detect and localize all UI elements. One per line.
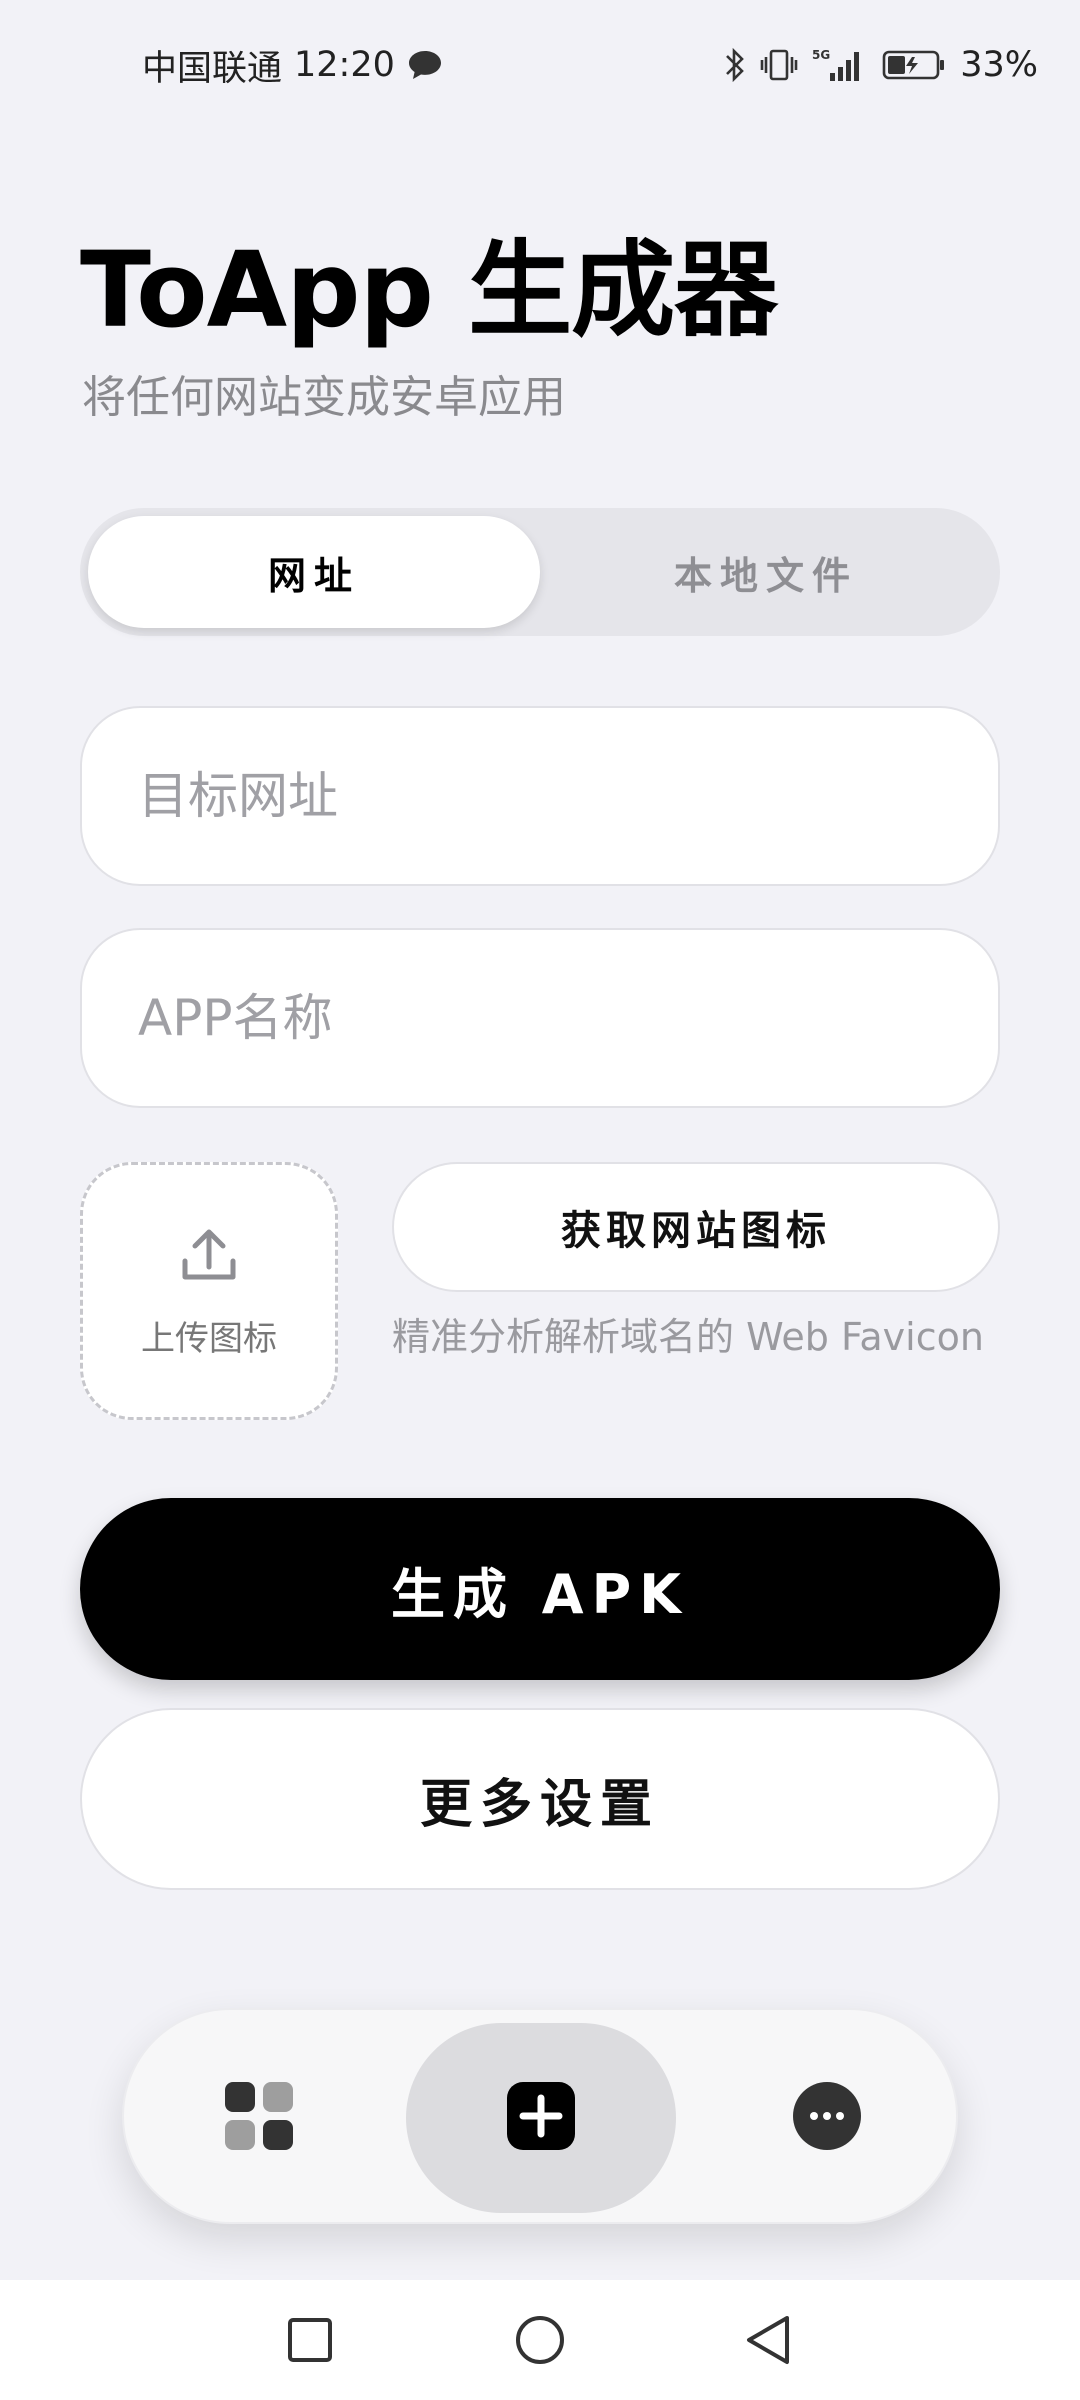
nav-more[interactable] [722,2010,932,2226]
generate-apk-button[interactable]: 生成 APK [80,1498,1000,1680]
page-title: ToApp 生成器 [80,229,778,351]
apps-grid-icon [223,2080,295,2156]
source-tabs: 网址 本地文件 [80,508,1000,636]
nav-apps[interactable] [154,2010,364,2226]
network-type: 5G [812,48,830,62]
tab-local-file[interactable]: 本地文件 [540,516,992,628]
battery-icon [882,49,946,81]
app-screen: 中国联通 12:20 5G 33% ToApp 生成器 将任何网站变成安卓应用 … [0,0,1080,2400]
triangle-back-icon [743,2314,793,2370]
signal-icon: 5G [812,47,868,83]
back-button[interactable] [728,2302,808,2382]
carrier-name: 中国联通 [142,48,283,89]
recents-button[interactable] [270,2302,350,2382]
plus-square-icon [507,2082,575,2154]
upload-icon [177,1223,241,1291]
status-right: 5G 33% [724,45,1038,85]
upload-icon-button[interactable]: 上传图标 [80,1162,338,1420]
status-left: 中国联通 12:20 [142,40,443,91]
square-icon [286,2316,334,2368]
bluetooth-icon [724,47,746,83]
page-subtitle: 将任何网站变成安卓应用 [82,372,566,423]
fetch-favicon-button[interactable]: 获取网站图标 [392,1162,1000,1292]
nav-create[interactable] [406,2010,676,2226]
app-name-input[interactable] [136,988,944,1048]
more-dots-icon [793,2082,861,2154]
status-bar: 中国联通 12:20 5G 33% [0,0,1080,130]
more-settings-button[interactable]: 更多设置 [80,1708,1000,1890]
nav-create-highlight [406,2023,676,2213]
vibrate-icon [760,48,798,82]
home-button[interactable] [500,2302,580,2382]
battery-percent: 33% [960,45,1038,85]
system-nav-bar [0,2280,1080,2400]
url-field [80,706,1000,886]
fetch-favicon-hint: 精准分析解析域名的 Web Favicon [392,1315,984,1359]
app-name-field [80,928,1000,1108]
clock: 12:20 [294,45,395,85]
url-input[interactable] [136,766,944,826]
message-bubble-icon [407,49,443,81]
tab-url[interactable]: 网址 [88,516,540,628]
upload-icon-label: 上传图标 [141,1318,277,1359]
bottom-nav [122,2008,958,2224]
circle-icon [514,2314,566,2370]
